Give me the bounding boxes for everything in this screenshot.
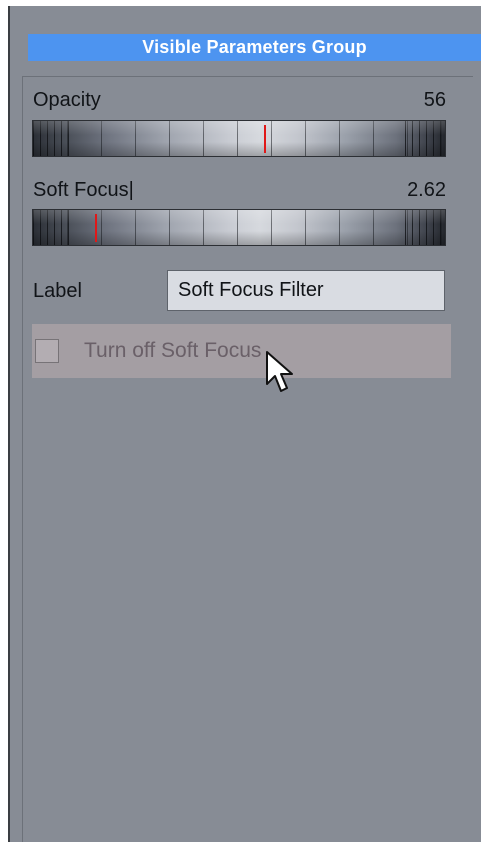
group-header[interactable]: Visible Parameters Group (28, 34, 481, 61)
turn-off-soft-focus-row[interactable]: Turn off Soft Focus (32, 324, 451, 378)
group-header-title: Visible Parameters Group (142, 37, 367, 57)
opacity-slider-indicator[interactable] (263, 125, 266, 153)
soft-focus-label: Soft Focus| (33, 179, 134, 201)
mouse-pointer-icon (266, 351, 293, 392)
soft-focus-value[interactable]: 2.62 (407, 179, 446, 202)
soft-focus-slider[interactable] (32, 209, 446, 246)
opacity-value[interactable]: 56 (424, 89, 446, 112)
turn-off-soft-focus-checkbox[interactable] (35, 339, 59, 363)
soft-focus-slider-indicator[interactable] (94, 214, 97, 242)
opacity-slider-shading (33, 121, 445, 156)
turn-off-soft-focus-label[interactable]: Turn off Soft Focus (84, 339, 261, 363)
label-input-value: Soft Focus Filter (178, 279, 324, 301)
opacity-slider[interactable] (32, 120, 446, 157)
label-input[interactable]: Soft Focus Filter (167, 270, 445, 311)
app-root: Visible Parameters Group Opacity 56 Soft… (0, 0, 481, 842)
opacity-label: Opacity (33, 89, 101, 111)
label-field-label: Label (33, 280, 82, 302)
